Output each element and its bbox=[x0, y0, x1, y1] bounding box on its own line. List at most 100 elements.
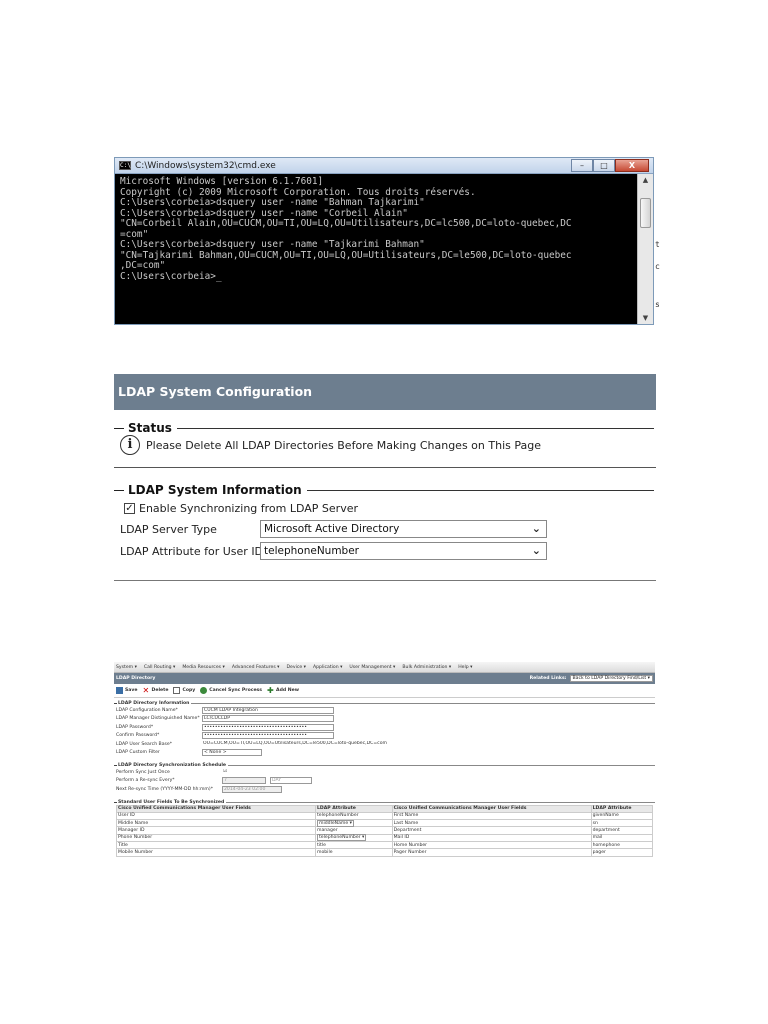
menu-application[interactable]: Application ▾ bbox=[313, 665, 342, 670]
table-cell: Manager ID bbox=[116, 826, 316, 835]
resync-interval-input[interactable]: 7 bbox=[222, 777, 266, 785]
table-header-row: Cisco Unified Communications Manager Use… bbox=[116, 804, 654, 813]
cmd-line: "CN=Corbeil Alain,OU=CUCM,OU=TI,OU=LQ,OU… bbox=[120, 218, 572, 229]
status-legend-label: Status bbox=[128, 421, 172, 435]
cmd-prompt: C:\Users\corbeia>_ bbox=[120, 270, 222, 282]
save-button[interactable]: Save bbox=[116, 687, 138, 694]
enable-sync-label: Enable Synchronizing from LDAP Server bbox=[139, 502, 358, 515]
enable-sync-row[interactable]: ✓ Enable Synchronizing from LDAP Server bbox=[124, 502, 358, 515]
table-cell: Home Number bbox=[391, 840, 592, 850]
table-row: User ID telephoneNumber First Name given… bbox=[116, 811, 654, 821]
manager-dn-input[interactable]: LC\CUCLDP bbox=[202, 715, 334, 723]
table-cell: telephoneNumber bbox=[314, 811, 393, 821]
field-label: LDAP Custom Filter bbox=[116, 750, 160, 756]
sync-icon bbox=[200, 687, 208, 694]
related-links-select[interactable]: Back to LDAP Directory Find/List ▾ bbox=[569, 675, 653, 682]
enable-sync-checkbox[interactable]: ✓ bbox=[124, 503, 135, 514]
cmd-scrollbar[interactable]: ▲ ▼ bbox=[637, 174, 653, 324]
close-button[interactable]: X bbox=[615, 158, 649, 172]
table-cell[interactable]: telephoneNumber ▾ bbox=[314, 833, 393, 843]
delete-button[interactable]: ✕ Delete bbox=[143, 687, 169, 695]
cancel-sync-button[interactable]: Cancel Sync Process bbox=[200, 687, 262, 694]
field-row: LDAP Manager Distinguished Name* LC\CUCLD… bbox=[114, 715, 655, 724]
divider bbox=[114, 467, 656, 468]
table-cell: department bbox=[590, 826, 654, 835]
scroll-thumb[interactable] bbox=[640, 198, 651, 228]
table-cell: homephone bbox=[590, 840, 654, 850]
chevron-down-icon[interactable]: ⌄ bbox=[532, 543, 541, 559]
confirm-password-input[interactable]: •••••••••••••••••••••••••••••••••••••• bbox=[202, 732, 334, 740]
table-cell: mail bbox=[590, 833, 654, 843]
resync-unit-select[interactable]: DAY bbox=[270, 777, 312, 785]
ldap-directory-titlebar: LDAP Directory Related Links: Back to LD… bbox=[114, 673, 655, 684]
middle-name-select[interactable]: middleName ▾ bbox=[316, 819, 354, 827]
edge-char: s bbox=[655, 300, 660, 309]
config-name-input[interactable]: CUCM LDAP Integration bbox=[202, 706, 334, 714]
menu-help[interactable]: Help ▾ bbox=[458, 665, 472, 670]
column-header: Cisco Unified Communications Manager Use… bbox=[116, 804, 316, 813]
server-type-label: LDAP Server Type bbox=[120, 522, 217, 536]
ldap-system-config-panel: LDAP System Configuration Status i Pleas… bbox=[114, 374, 656, 581]
table-cell: Phone Number bbox=[116, 833, 316, 843]
user-fields-table: Cisco Unified Communications Manager Use… bbox=[116, 804, 654, 857]
field-label: Next Re-sync Time (YYYY-MM-DD hh:mm)* bbox=[116, 786, 213, 792]
table-cell: givenName bbox=[590, 811, 654, 821]
scroll-up-icon[interactable]: ▲ bbox=[638, 174, 653, 186]
field-label: LDAP User Search Base* bbox=[116, 741, 173, 747]
cmd-line: C:\Users\corbeia>dsquery user -name "Bah… bbox=[120, 197, 425, 208]
password-input[interactable]: •••••••••••••••••••••••••••••••••••••• bbox=[202, 723, 334, 731]
cmd-line: ,DC=com" bbox=[120, 260, 166, 271]
table-cell: Mobile Number bbox=[116, 848, 316, 857]
table-row: Phone Number telephoneNumber ▾ Mail ID m… bbox=[116, 833, 654, 843]
scroll-down-icon[interactable]: ▼ bbox=[638, 312, 653, 324]
table-row: Title title Home Number homephone bbox=[116, 840, 654, 850]
table-cell: sn bbox=[590, 819, 654, 828]
menu-media-resources[interactable]: Media Resources ▾ bbox=[182, 665, 224, 670]
copy-button[interactable]: Copy bbox=[173, 687, 195, 694]
field-row: Perform Sync Just Once ☑ bbox=[114, 768, 655, 777]
cmd-line: Microsoft Windows [version 6.1.7601] bbox=[120, 176, 324, 187]
field-row: Perform a Re-sync Every* 7 DAY bbox=[114, 777, 655, 786]
cmd-titlebar[interactable]: C:\ C:\Windows\system32\cmd.exe – □ X bbox=[115, 158, 653, 174]
ldap-directory-panel: System ▾ Call Routing ▾ Media Resources … bbox=[114, 662, 655, 900]
menu-advanced-features[interactable]: Advanced Features ▾ bbox=[232, 665, 280, 670]
menu-system[interactable]: System ▾ bbox=[116, 665, 137, 670]
std-fields-legend-label: Standard User Fields To Be Synchronized bbox=[118, 799, 225, 805]
sync-schedule-legend-label: LDAP Directory Synchronization Schedule bbox=[118, 763, 227, 768]
table-cell: Pager Number bbox=[391, 848, 592, 857]
user-id-attr-value: telephoneNumber bbox=[264, 545, 359, 557]
menu-bulk-administration[interactable]: Bulk Administration ▾ bbox=[402, 665, 451, 670]
save-icon bbox=[116, 687, 123, 694]
table-cell[interactable]: middleName ▾ bbox=[314, 819, 393, 828]
custom-filter-select[interactable]: < None > bbox=[202, 749, 262, 757]
field-row: LDAP Configuration Name* CUCM LDAP Integr… bbox=[114, 706, 655, 715]
sync-once-checkbox[interactable]: ☑ bbox=[222, 769, 354, 776]
column-header: LDAP Attribute bbox=[590, 804, 654, 813]
system-info-legend: LDAP System Information bbox=[114, 483, 654, 497]
toolbar: Save ✕ Delete Copy Cancel Sync Process ✚ A… bbox=[114, 684, 655, 698]
next-resync-input[interactable]: 2014-04-23 02:00 bbox=[222, 785, 282, 793]
menu-call-routing[interactable]: Call Routing ▾ bbox=[144, 665, 175, 670]
field-row: LDAP Password* ••••••••••••••••••••••••••… bbox=[114, 723, 655, 732]
search-base-input[interactable]: OU=CUCM,OU=TI,OU=LQ,OU=Utilisateurs,DC=l… bbox=[202, 741, 402, 748]
user-id-attr-row: LDAP Attribute for User ID telephoneNumb… bbox=[120, 542, 547, 560]
minimize-button[interactable]: – bbox=[571, 158, 593, 172]
table-cell: title bbox=[314, 840, 393, 850]
menu-user-management[interactable]: User Management ▾ bbox=[349, 665, 395, 670]
cmd-window[interactable]: C:\ C:\Windows\system32\cmd.exe – □ X Mi… bbox=[114, 157, 654, 325]
copy-icon bbox=[173, 687, 181, 694]
field-label: Perform Sync Just Once bbox=[116, 769, 170, 775]
chevron-down-icon[interactable]: ⌄ bbox=[532, 521, 541, 537]
table-row: Middle Name middleName ▾ Last Name sn bbox=[116, 819, 654, 828]
phone-number-select[interactable]: telephoneNumber ▾ bbox=[316, 834, 367, 842]
user-id-attr-select[interactable]: telephoneNumber ⌄ bbox=[260, 542, 547, 560]
cmd-console[interactable]: Microsoft Windows [version 6.1.7601] Cop… bbox=[115, 174, 653, 324]
menu-device[interactable]: Device ▾ bbox=[286, 665, 305, 670]
maximize-button[interactable]: □ bbox=[593, 158, 615, 172]
cmd-line: "CN=Tajkarimi Bahman,OU=CUCM,OU=TI,OU=LQ… bbox=[120, 249, 572, 261]
table-cell: Department bbox=[391, 826, 592, 835]
server-type-select[interactable]: Microsoft Active Directory ⌄ bbox=[260, 520, 547, 538]
main-menu-bar: System ▾ Call Routing ▾ Media Resources … bbox=[114, 662, 655, 673]
table-cell: pager bbox=[590, 848, 654, 857]
add-new-button[interactable]: ✚ Add New bbox=[267, 687, 299, 695]
